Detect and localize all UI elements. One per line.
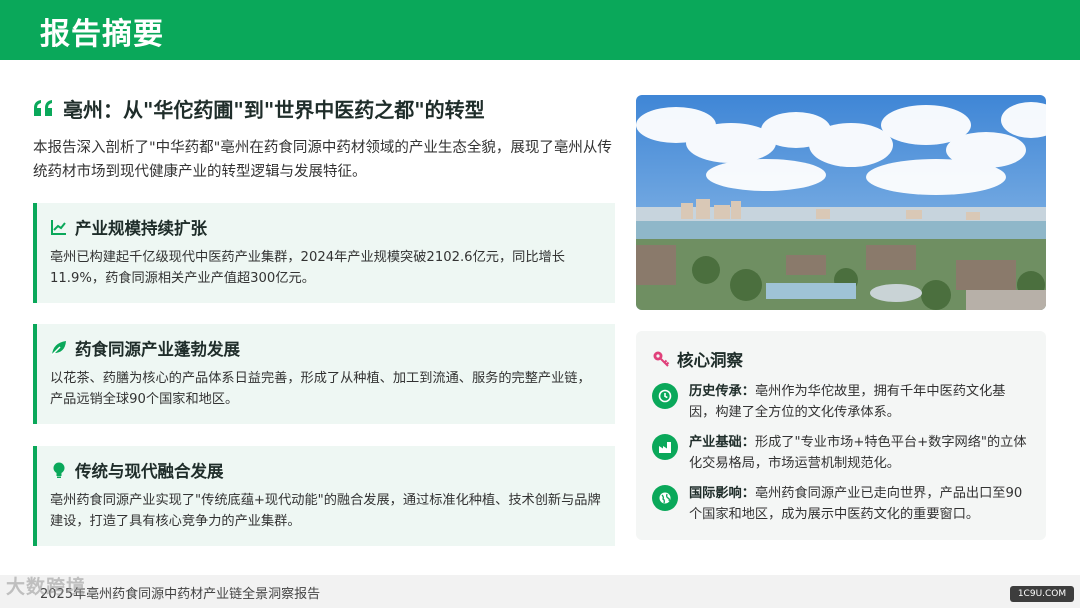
insight-international: 国际影响：亳州药食同源产业已走向世界，产品出口至90个国家和地区，成为展示中医药…	[652, 483, 1030, 525]
insight-industry: 产业基础：形成了"专业市场+特色平台+数字网络"的立体化交易格局，市场运营机制规…	[652, 432, 1030, 474]
city-photo	[636, 95, 1046, 310]
industry-icon	[659, 442, 671, 453]
card-text: 亳州药食同源产业实现了"传统底蕴+现代动能"的融合发展，通过标准化种植、技术创新…	[50, 493, 601, 529]
card-title: 传统与现代融合发展	[75, 462, 224, 481]
city-landscape-image	[636, 95, 1046, 310]
header-bar: 报告摘要	[0, 0, 1080, 60]
watermark: 大数跨境	[6, 576, 87, 598]
insight-history: 历史传承：亳州作为华佗故里，拥有千年中医药文化基因，构建了全方位的文化传承体系。	[652, 381, 1030, 423]
leaf-icon	[51, 341, 66, 356]
quote-icon	[34, 100, 52, 116]
insight-label: 产业基础：	[689, 435, 755, 450]
key-icon	[653, 351, 670, 367]
intro-text: 本报告深入剖析了"中华药都"亳州在药食同源中药材领域的产业生态全貌，展现了亳州从…	[33, 140, 612, 180]
headline-row: 亳州：从"华佗药圃"到"世界中医药之都"的转型	[33, 92, 615, 124]
card-title: 产业规模持续扩张	[75, 219, 207, 238]
card-text: 以花茶、药膳为核心的产品体系日益完善，形成了从种植、加工到流通、服务的完整产业链…	[50, 371, 591, 407]
summary-intro: 亳州：从"华佗药圃"到"世界中医药之都"的转型 本报告深入剖析了"中华药都"亳州…	[33, 92, 615, 184]
core-insights-panel: 核心洞察 历史传承：亳州作为华佗故里，拥有千年中医药文化基因，构建了全方位的文化…	[636, 331, 1046, 540]
card-title: 药食同源产业蓬勃发展	[75, 340, 240, 359]
insight-label: 历史传承：	[689, 384, 755, 399]
card-tradition-modern: 传统与现代融合发展 亳州药食同源产业实现了"传统底蕴+现代动能"的融合发展，通过…	[33, 446, 615, 546]
globe-icon	[659, 492, 671, 504]
headline: 亳州：从"华佗药圃"到"世界中医药之都"的转型	[63, 97, 485, 122]
site-badge: 1C9U.COM	[1010, 586, 1074, 602]
card-industry-scale: 产业规模持续扩张 亳州已构建起千亿级现代中医药产业集群，2024年产业规模突破2…	[33, 203, 615, 303]
insights-title: 核心洞察	[677, 351, 743, 370]
card-text: 亳州已构建起千亿级现代中医药产业集群，2024年产业规模突破2102.6亿元，同…	[50, 250, 565, 286]
insight-label: 国际影响：	[689, 486, 755, 501]
page-title: 报告摘要	[40, 17, 164, 52]
card-food-medicine: 药食同源产业蓬勃发展 以花茶、药膳为核心的产品体系日益完善，形成了从种植、加工到…	[33, 324, 615, 424]
lightbulb-icon	[53, 462, 65, 478]
footer-bar: 2025年亳州药食同源中药材产业链全景洞察报告	[0, 575, 1080, 608]
history-icon	[658, 389, 672, 403]
line-chart-icon	[51, 220, 66, 235]
